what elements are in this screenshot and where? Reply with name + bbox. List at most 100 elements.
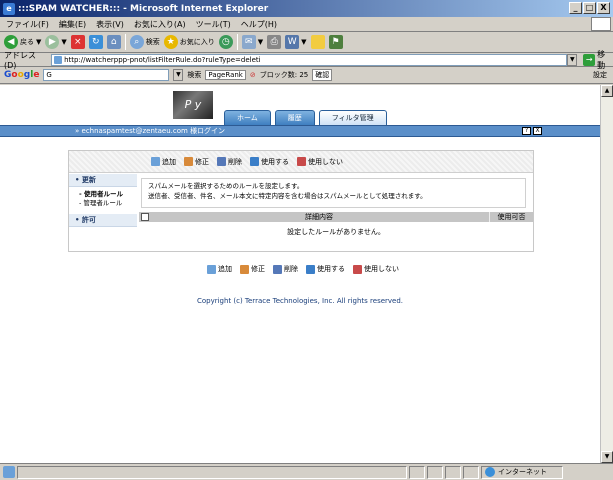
select-all-checkbox[interactable] <box>141 213 149 221</box>
scroll-up-icon[interactable]: ▲ <box>601 85 613 97</box>
copyright-text: Copyright (c) Terrace Technologies, Inc.… <box>196 297 404 305</box>
menu-file[interactable]: ファイル(F) <box>6 19 49 30</box>
refresh-icon: ↻ <box>88 35 103 49</box>
status-text-cell <box>17 465 407 479</box>
add-label: 追加 <box>162 157 176 166</box>
messenger-button[interactable]: ⚑ <box>328 35 343 49</box>
edit-label: 修正 <box>195 157 209 166</box>
help-icon[interactable]: ? <box>522 127 531 135</box>
stop-icon: × <box>70 35 85 49</box>
sidebar-section-delete[interactable]: • 更新 <box>69 174 137 187</box>
vertical-scrollbar[interactable]: ▲ ▼ <box>600 85 613 463</box>
close-button[interactable]: X <box>597 2 610 14</box>
menu-help[interactable]: ヘルプ(H) <box>241 19 277 30</box>
history-button[interactable]: ◷ <box>218 35 233 49</box>
tab-history[interactable]: 履歴 <box>274 110 315 125</box>
enable-rule-button[interactable]: 使用する <box>250 157 289 167</box>
google-search-input[interactable]: G <box>43 69 170 81</box>
search-button[interactable]: ⌕ 検索 <box>129 35 160 49</box>
stop-button[interactable]: × <box>70 35 85 49</box>
windows-logo-icon <box>591 17 611 31</box>
status-cell <box>445 465 461 479</box>
edit-button[interactable]: W ▼ <box>285 35 307 49</box>
add-rule-button[interactable]: 追加 <box>151 157 176 167</box>
mail-dropdown-icon[interactable]: ▼ <box>258 38 263 46</box>
delete-rule-button[interactable]: 削除 <box>217 157 242 167</box>
disable-icon <box>353 264 362 274</box>
zone-label: インターネット <box>498 468 547 476</box>
column-detail: 詳細内容 <box>305 213 333 221</box>
messenger-icon: ⚑ <box>328 35 343 49</box>
sidebar-section-allow[interactable]: • 許可 <box>69 214 137 227</box>
status-cell <box>463 465 479 479</box>
maximize-button[interactable]: □ <box>583 2 596 14</box>
forward-button[interactable]: ▶ ▼ <box>45 35 67 49</box>
main-tabs: ホーム 履歴 フィルタ管理 <box>224 110 387 125</box>
window-titlebar: e :::SPAM WATCHER::: - Microsoft Interne… <box>0 0 613 17</box>
sidebar-item-user-rules[interactable]: - 使用者ルール <box>69 190 137 199</box>
folder-button[interactable] <box>310 35 325 49</box>
back-dropdown-icon[interactable]: ▼ <box>36 38 41 46</box>
toolbar-separator <box>236 34 238 50</box>
google-search-button[interactable]: 検索 <box>187 70 201 80</box>
filter-rule-panel: 追加 修正 削除 使用する 使用しない • 更新 - 使用者ルール - 管理者ル… <box>68 150 534 252</box>
check-button[interactable]: 確認 <box>312 69 333 81</box>
ie-icon: e <box>3 2 15 15</box>
delete-label: 削除 <box>284 265 298 273</box>
add-label: 追加 <box>218 265 232 273</box>
user-login-text: » echnaspamtest@zentaeu.com 様ログイン <box>75 127 226 135</box>
disable-rule-button-bottom[interactable]: 使用しない <box>353 264 399 274</box>
back-label: 戻る <box>20 38 34 46</box>
enable-icon <box>250 157 259 166</box>
back-button[interactable]: ◀ 戻る ▼ <box>4 35 41 49</box>
edit-icon <box>184 157 193 166</box>
site-logo: P y <box>173 91 213 119</box>
page-status-icon <box>3 466 15 478</box>
search-icon: ⌕ <box>129 35 144 49</box>
google-logo[interactable]: Google <box>4 70 39 80</box>
home-button[interactable]: ⌂ <box>106 35 121 49</box>
scroll-down-icon[interactable]: ▼ <box>601 451 613 463</box>
menu-favorites[interactable]: お気に入り(A) <box>134 19 186 30</box>
enable-label: 使用する <box>317 265 345 273</box>
add-rule-button-bottom[interactable]: 追加 <box>207 264 232 274</box>
tab-home[interactable]: ホーム <box>224 110 271 125</box>
sidebar-item-admin-rules[interactable]: - 管理者ルール <box>69 199 137 208</box>
add-icon <box>207 264 216 274</box>
star-icon: ★ <box>163 35 178 49</box>
tab-filter-management[interactable]: フィルタ管理 <box>318 110 387 125</box>
google-settings-button[interactable]: 設定 <box>593 70 607 80</box>
minimize-button[interactable]: _ <box>569 2 582 14</box>
popup-blocker-icon[interactable]: ⊘ <box>250 71 256 79</box>
edit-rule-button[interactable]: 修正 <box>184 157 209 167</box>
address-input[interactable]: http://watcherppp-pnot/listFilterRule.do… <box>51 53 568 66</box>
refresh-button[interactable]: ↻ <box>88 35 103 49</box>
delete-label: 削除 <box>228 157 242 166</box>
enable-rule-button-bottom[interactable]: 使用する <box>306 264 345 274</box>
favorites-button[interactable]: ★ お気に入り <box>163 35 215 49</box>
empty-rules-message: 設定したルールがありません。 <box>287 228 385 236</box>
globe-icon <box>485 467 495 477</box>
disable-label: 使用しない <box>364 265 399 273</box>
delete-rule-button-bottom[interactable]: 削除 <box>273 264 298 274</box>
popup-blocked-count: ブロック数: 25 <box>259 71 309 79</box>
search-label: 検索 <box>145 38 160 46</box>
menu-tools[interactable]: ツール(T) <box>196 19 231 30</box>
window-title: :::SPAM WATCHER::: - Microsoft Internet … <box>18 3 269 14</box>
mail-button[interactable]: ✉ ▼ <box>241 35 263 49</box>
rule-table-header: 詳細内容 使用可否 <box>139 212 533 222</box>
google-search-dropdown-icon[interactable]: ▼ <box>173 69 184 81</box>
menu-edit[interactable]: 編集(E) <box>59 19 86 30</box>
disable-rule-button[interactable]: 使用しない <box>297 157 343 167</box>
logout-icon[interactable]: X <box>533 127 542 135</box>
print-button[interactable]: ⎙ <box>267 35 282 49</box>
status-cell <box>409 465 425 479</box>
home-icon: ⌂ <box>106 35 121 49</box>
forward-dropdown-icon[interactable]: ▼ <box>61 38 66 46</box>
edit-rule-button-bottom[interactable]: 修正 <box>240 264 265 274</box>
google-toolbar: Google G ▼ 検索 PageRank ⊘ ブロック数: 25 確認 設定 <box>0 67 613 84</box>
security-zone: インターネット <box>481 465 563 479</box>
address-dropdown-icon[interactable]: ▼ <box>567 53 578 66</box>
menu-view[interactable]: 表示(V) <box>96 19 124 30</box>
edit-dropdown-icon[interactable]: ▼ <box>301 38 306 46</box>
